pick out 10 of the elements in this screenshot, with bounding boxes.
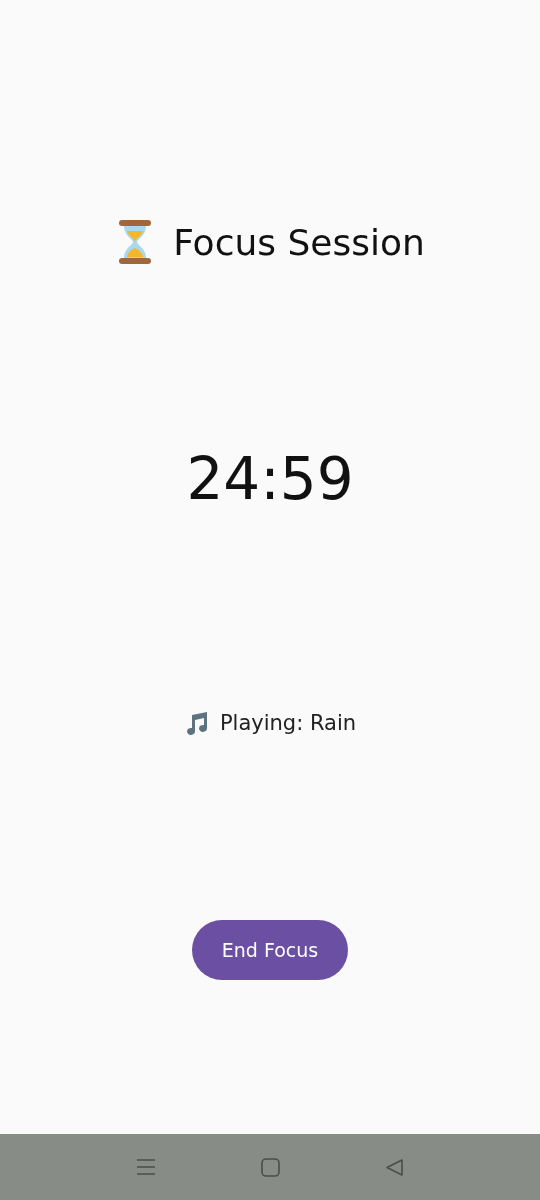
now-playing-text: Playing: Rain	[219, 711, 357, 735]
menu-icon	[136, 1158, 156, 1176]
back-nav-button[interactable]	[385, 1157, 404, 1177]
end-focus-button[interactable]: End Focus	[192, 920, 348, 980]
home-square-icon	[261, 1157, 280, 1177]
back-triangle-icon	[385, 1157, 404, 1177]
menu-nav-button[interactable]	[136, 1158, 156, 1176]
home-nav-button[interactable]	[261, 1157, 280, 1177]
screen-title: Focus Session	[173, 221, 425, 263]
countdown-timer: 24:59	[186, 450, 354, 508]
